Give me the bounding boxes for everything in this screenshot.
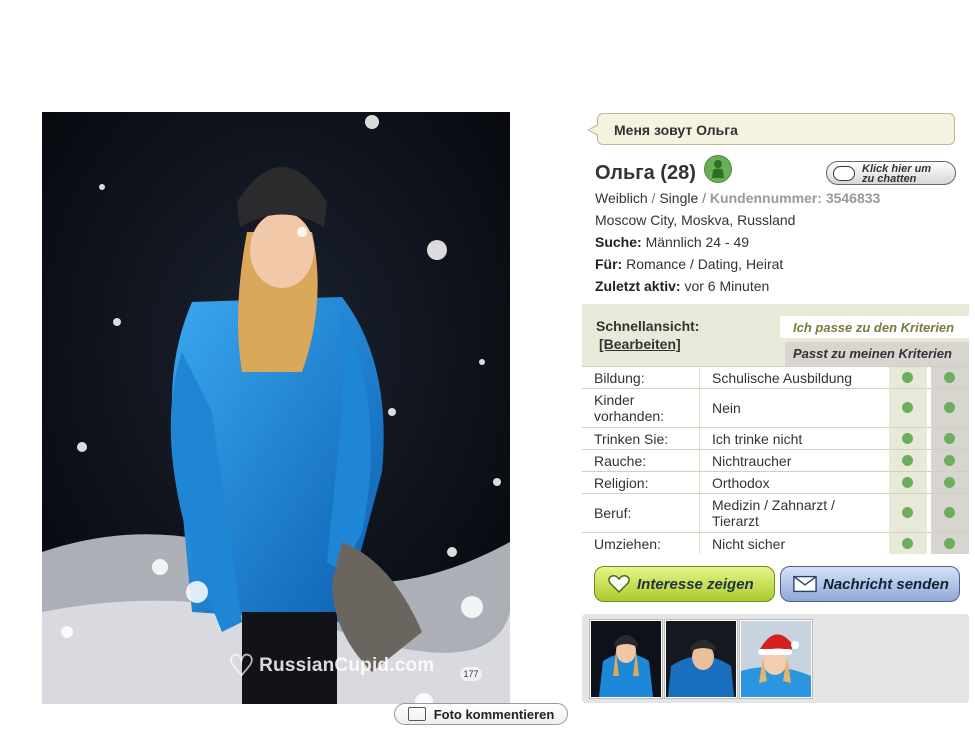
heart-logo-icon: ♡ <box>228 650 256 683</box>
quickview-row: Trinken Sie: Ich trinke nicht <box>582 427 969 449</box>
criteria-i-match-header: Ich passe zu den Kriterien <box>780 316 970 338</box>
match-dot-icon <box>944 477 955 488</box>
row-value: Nichtraucher <box>712 453 792 469</box>
row-label: Umziehen: <box>594 536 661 552</box>
last-active-line: Zuletzt aktiv: vor 6 Minuten <box>595 278 769 294</box>
row-label: Beruf: <box>594 505 632 521</box>
row-label: Kinder vorhanden: <box>594 392 665 424</box>
criteria-i-match-label: Ich passe zu den Kriterien <box>793 320 955 335</box>
show-interest-button[interactable]: Interesse zeigen <box>594 566 775 602</box>
gender: Weiblich <box>595 190 648 206</box>
row-label: Rauche: <box>594 453 647 469</box>
quickview-edit-link[interactable]: [Bearbeiten] <box>599 336 681 352</box>
profile-main-photo[interactable]: ♡ RussianCupid.com 177 <box>42 112 510 704</box>
row-value: Orthodox <box>712 475 770 491</box>
match-dot-icon <box>944 433 955 444</box>
seeking-value: Männlich 24 - 49 <box>645 234 750 250</box>
row-label: Trinken Sie: <box>594 431 669 447</box>
show-interest-label: Interesse zeigen <box>637 575 754 593</box>
last-active-label: Zuletzt aktiv: <box>595 278 681 294</box>
row-label: Religion: <box>594 475 649 491</box>
last-active-value: vor 6 Minuten <box>684 278 770 294</box>
relationship-status: Single <box>659 190 699 206</box>
quickview-rows: Bildung: Schulische Ausbildung Kinder vo… <box>582 366 969 554</box>
comment-photo-button[interactable]: Foto kommentieren <box>394 703 568 725</box>
match-dot-icon <box>902 433 913 444</box>
location: Moscow City, Moskva, Russland <box>595 212 796 228</box>
photo-watermark: ♡ RussianCupid.com <box>228 649 434 684</box>
row-label: Bildung: <box>594 370 645 386</box>
for-value: Romance / Dating, Heirat <box>626 256 784 272</box>
intro-text: Меня зовут Ольга <box>614 122 738 138</box>
comment-photo-label: Foto kommentieren <box>433 706 555 722</box>
envelope-icon <box>793 575 817 593</box>
row-value: Medizin / Zahnarzt / Tierarzt <box>712 497 835 529</box>
photo-thumbnail[interactable] <box>590 620 662 698</box>
profile-name: Ольга (28) <box>595 162 696 184</box>
photo-thumbnail[interactable] <box>665 620 737 698</box>
photo-count-badge: 177 <box>460 667 482 681</box>
customer-id: 3546833 <box>825 190 881 206</box>
for-label: Für: <box>595 256 623 272</box>
match-dot-icon <box>944 372 955 383</box>
match-dot-icon <box>902 402 913 413</box>
quickview-row: Bildung: Schulische Ausbildung <box>582 366 969 388</box>
speech-bubble-icon <box>407 707 426 721</box>
profile-basics: Weiblich / Single / Kundennummer: 354683… <box>595 190 881 206</box>
chat-button-line2: zu chatten <box>862 173 917 185</box>
match-dot-icon <box>944 507 955 518</box>
row-value: Schulische Ausbildung <box>712 370 853 386</box>
chat-button[interactable]: Klick hier um zu chatten <box>826 161 956 185</box>
quickview-panel: Schnellansicht: [Bearbeiten] Ich passe z… <box>582 304 970 554</box>
match-dot-icon <box>902 507 913 518</box>
quickview-row: Umziehen: Nicht sicher <box>582 532 969 554</box>
watermark-text: RussianCupid.com <box>259 655 435 676</box>
match-dot-icon <box>944 538 955 549</box>
quickview-row: Religion: Orthodox <box>582 471 969 493</box>
row-value: Nein <box>712 400 741 416</box>
match-dot-icon <box>902 455 913 466</box>
chat-bubble-icon <box>833 166 855 181</box>
bubble-tail-inner <box>589 125 599 135</box>
row-value: Ich trinke nicht <box>712 431 803 447</box>
quickview-row: Rauche: Nichtraucher <box>582 449 969 471</box>
match-dot-icon <box>902 538 913 549</box>
quickview-row: Kinder vorhanden: Nein <box>582 388 969 427</box>
seeking-label: Suche: <box>595 234 642 250</box>
criteria-match-mine-label: Passt zu meinen Kriterien <box>793 346 952 361</box>
main-photo-image <box>42 112 510 704</box>
quickview-header: Schnellansicht: [Bearbeiten] <box>582 304 780 364</box>
person-icon <box>704 155 732 183</box>
for-line: Für: Romance / Dating, Heirat <box>595 256 783 272</box>
seeking-line: Suche: Männlich 24 - 49 <box>595 234 749 250</box>
send-message-button[interactable]: Nachricht senden <box>780 566 960 602</box>
send-message-label: Nachricht senden <box>823 575 949 593</box>
row-value: Nicht sicher <box>712 536 786 552</box>
quickview-row: Beruf: Medizin / Zahnarzt / Tierarzt <box>582 493 969 532</box>
match-dot-icon <box>902 477 913 488</box>
customer-id-label: Kundennummer: <box>709 190 822 206</box>
quickview-title: Schnellansicht: <box>596 318 700 334</box>
criteria-match-mine-header: Passt zu meinen Kriterien <box>785 342 969 366</box>
match-dot-icon <box>944 455 955 466</box>
match-dot-icon <box>944 402 955 413</box>
photo-thumbnail[interactable] <box>740 620 812 698</box>
intro-bubble: Меня зовут Ольга <box>587 113 955 145</box>
heart-icon <box>607 575 631 593</box>
match-dot-icon <box>902 372 913 383</box>
photo-thumbnail-strip <box>582 614 969 703</box>
